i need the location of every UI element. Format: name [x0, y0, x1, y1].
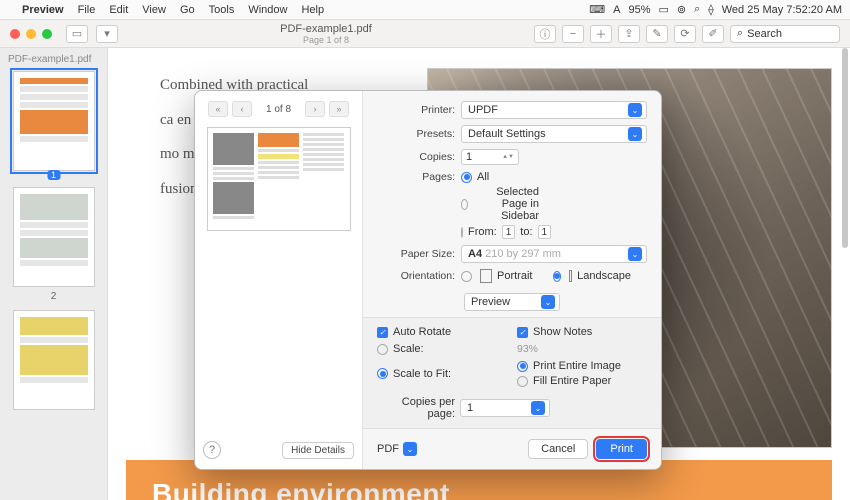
rotate-button[interactable]: ⟳ — [674, 25, 696, 43]
printer-select[interactable]: UPDF⌄ — [461, 101, 647, 119]
fill-paper-radio[interactable]: Fill Entire Paper — [517, 375, 647, 387]
zoom-out-button[interactable]: − — [562, 25, 584, 43]
page-badge: 1 — [47, 170, 60, 180]
printer-label: Printer: — [377, 104, 455, 116]
menu-go[interactable]: Go — [180, 4, 195, 16]
menu-view[interactable]: View — [142, 4, 166, 16]
pager-label: 1 of 8 — [256, 104, 301, 115]
preview-section-select[interactable]: Preview⌄ — [464, 293, 560, 311]
markup-button[interactable]: ✐ — [702, 25, 724, 43]
show-notes-check[interactable]: Show Notes — [517, 326, 647, 338]
paper-select[interactable]: A4 210 by 297 mm⌄ — [461, 245, 647, 263]
pages-from-radio[interactable]: From: 1 to: 1 — [461, 225, 539, 239]
zoom-in-button[interactable]: ＋ — [590, 25, 612, 43]
cancel-button[interactable]: Cancel — [528, 439, 588, 459]
portrait-icon — [480, 269, 492, 283]
presets-select[interactable]: Default Settings⌄ — [461, 125, 647, 143]
page-pager: « ‹ 1 of 8 › » — [208, 101, 349, 117]
pager-first-button[interactable]: « — [208, 101, 228, 117]
thumbnail-sidebar: PDF-example1.pdf 1 2 — [0, 48, 108, 500]
doc-subtitle: Page 1 of 8 — [126, 35, 526, 45]
pager-last-button[interactable]: » — [329, 101, 349, 117]
thumb-page-3[interactable] — [13, 310, 95, 410]
auto-rotate-check[interactable]: Auto Rotate — [377, 326, 507, 338]
vertical-scrollbar[interactable] — [842, 48, 848, 248]
chevron-down-icon: ⌄ — [541, 295, 555, 309]
scale-to-fit-radio[interactable]: Scale to Fit: — [377, 360, 507, 387]
wifi-icon[interactable]: ⊚ — [677, 3, 686, 16]
pager-next-button[interactable]: › — [305, 101, 325, 117]
pages-from-field[interactable]: 1 — [502, 225, 516, 239]
orientation-landscape-radio[interactable]: Landscape — [553, 270, 631, 282]
magnify-icon[interactable]: ⌕ — [694, 3, 700, 16]
print-button[interactable]: Print — [596, 439, 647, 459]
pages-label: Pages: — [377, 171, 455, 183]
search-field[interactable]: ⌕Search — [730, 25, 840, 43]
landscape-icon — [569, 270, 572, 282]
status-tray: ⌨ A 95% ▭ ⊚ ⌕ ⟠ Wed 25 May 7:52:20 AM — [589, 3, 842, 16]
copies-label: Copies: — [377, 151, 455, 163]
pages-to-field[interactable]: 1 — [538, 225, 552, 239]
info-button[interactable]: ⓘ — [534, 25, 556, 43]
control-center-icon[interactable]: ⟠ — [708, 3, 713, 16]
print-dialog: « ‹ 1 of 8 › » ? Hide Details Printer: U… — [194, 90, 662, 470]
pdf-dropdown[interactable]: PDF⌄ — [377, 442, 417, 456]
menu-help[interactable]: Help — [301, 4, 324, 16]
keyboard-icon[interactable]: ⌨ — [589, 3, 605, 16]
window-toolbar: ▭ ▾ PDF-example1.pdf Page 1 of 8 ⓘ − ＋ ⇪… — [0, 20, 850, 48]
menu-window[interactable]: Window — [248, 4, 287, 16]
search-icon: ⌕ — [737, 27, 743, 40]
view-mode-button[interactable]: ▾ — [96, 25, 118, 43]
battery-icon[interactable]: ▭ — [659, 3, 669, 16]
scale-radio[interactable]: Scale: — [377, 343, 507, 355]
hide-details-button[interactable]: Hide Details — [282, 442, 354, 459]
copies-stepper[interactable]: 1▲▼ — [461, 149, 519, 165]
stepper-icon: ▲▼ — [502, 155, 514, 160]
help-button[interactable]: ? — [203, 441, 221, 459]
highlight-button[interactable]: ✎ — [646, 25, 668, 43]
share-button[interactable]: ⇪ — [618, 25, 640, 43]
chevron-down-icon: ⌄ — [628, 103, 642, 117]
chevron-down-icon: ⌄ — [628, 247, 642, 261]
headline-text: Building environment — [152, 478, 806, 500]
doc-title: PDF-example1.pdf — [126, 23, 526, 35]
print-preview-thumb — [207, 127, 351, 231]
paper-label: Paper Size: — [377, 248, 455, 260]
window-title: PDF-example1.pdf Page 1 of 8 — [126, 23, 526, 45]
cpp-label: Copies per page: — [377, 396, 455, 420]
sidebar-doc-title: PDF-example1.pdf — [8, 54, 99, 65]
clock[interactable]: Wed 25 May 7:52:20 AM — [722, 4, 842, 16]
print-entire-radio[interactable]: Print Entire Image — [517, 360, 647, 372]
cpp-select[interactable]: 1⌄ — [460, 399, 550, 417]
thumb-page-2-num: 2 — [6, 291, 101, 302]
scale-value: 93% — [517, 343, 647, 355]
battery-pct: 95% — [628, 4, 650, 16]
orientation-label: Orientation: — [377, 270, 455, 282]
pages-selected-radio[interactable]: Selected Page in Sidebar — [461, 186, 539, 222]
chevron-down-icon: ⌄ — [628, 127, 642, 141]
menu-file[interactable]: File — [78, 4, 96, 16]
chevron-down-icon: ⌄ — [403, 442, 417, 456]
menubar: Preview File Edit View Go Tools Window H… — [0, 0, 850, 20]
chevron-down-icon: ⌄ — [531, 401, 545, 415]
presets-label: Presets: — [377, 128, 455, 140]
app-name[interactable]: Preview — [22, 4, 64, 16]
thumb-page-2[interactable] — [13, 187, 95, 287]
menu-tools[interactable]: Tools — [209, 4, 235, 16]
pager-prev-button[interactable]: ‹ — [232, 101, 252, 117]
menu-edit[interactable]: Edit — [109, 4, 128, 16]
pages-all-radio[interactable]: All — [461, 171, 539, 183]
sidebar-toggle-button[interactable]: ▭ — [66, 25, 88, 43]
orientation-portrait-radio[interactable]: Portrait — [461, 269, 539, 283]
input-source-icon[interactable]: A — [613, 4, 620, 16]
thumb-page-1[interactable]: 1 — [13, 71, 95, 171]
traffic-lights[interactable] — [10, 29, 52, 39]
